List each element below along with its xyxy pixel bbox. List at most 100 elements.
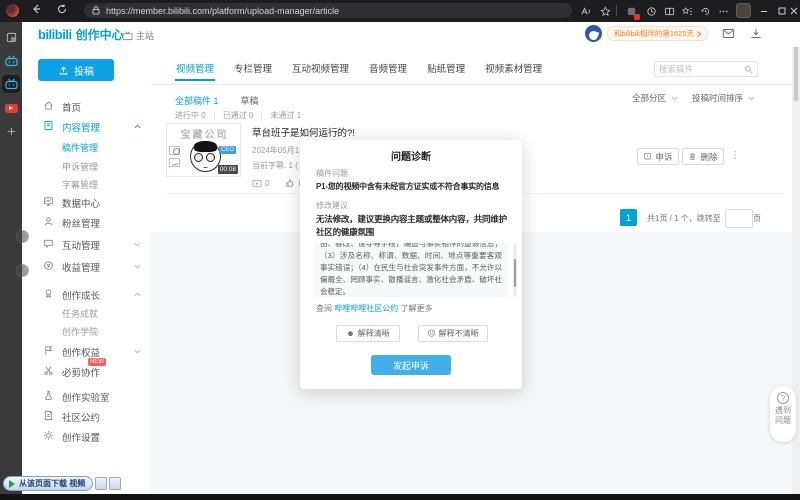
explain-clear-button[interactable]: ☻ 解释清晰 bbox=[336, 325, 400, 342]
video-subtitle-info: 当前字幕: 1 ( bbox=[252, 161, 298, 170]
more-menu-icon[interactable] bbox=[716, 4, 730, 18]
tab-youtube-icon[interactable] bbox=[2, 99, 20, 117]
sidebar-item-revenue-management[interactable]: 收益管理 bbox=[22, 258, 150, 274]
video-thumbnail[interactable]: 宝藏公司 CEO 00:08 bbox=[166, 123, 241, 177]
pagination-unit: 页 bbox=[753, 214, 761, 223]
sidebar-item-creator-academy[interactable]: 创作学院 bbox=[22, 323, 150, 339]
sidebar-item-fans-management[interactable]: 粉丝管理 bbox=[22, 214, 150, 230]
url-bar[interactable]: https://member.bilibili.com/platform/upl… bbox=[84, 3, 572, 18]
main-site-link[interactable]: 主站 bbox=[122, 29, 154, 42]
tab-interactive-video-management[interactable]: 互动视频管理 bbox=[291, 56, 350, 80]
tab-bilibili-creator-icon[interactable] bbox=[2, 75, 20, 93]
policy-link-row: 查阅 哔哩哔哩社区公约 了解更多 bbox=[316, 304, 433, 313]
sidebar-item-creator-settings[interactable]: 创作设置 bbox=[22, 428, 150, 444]
more-actions-icon[interactable]: ⋮ bbox=[730, 150, 740, 161]
tab-video-material-management[interactable]: 视频素材管理 bbox=[484, 56, 543, 80]
days-badge[interactable]: 和bilibili相伴的第1625天 bbox=[607, 26, 709, 41]
download-from-page-button[interactable]: 从该页面下载 视频 bbox=[3, 476, 94, 491]
filter-draft[interactable]: 草稿 bbox=[241, 94, 259, 107]
browser-profile-avatar[interactable] bbox=[736, 3, 751, 18]
filter-all-manuscripts[interactable]: 全部稿件 1 bbox=[175, 94, 219, 107]
logo-suffix: 创作中心 bbox=[75, 28, 124, 42]
bilibili-logo[interactable]: bilibili 创作中心 bbox=[38, 26, 124, 43]
sidebar-item-creator-rights[interactable]: 创作权益 bbox=[22, 343, 150, 359]
reload-icon[interactable] bbox=[56, 3, 68, 15]
sidebar-item-task-achievement[interactable]: 任务成就 bbox=[22, 305, 150, 321]
browser-logo-icon[interactable] bbox=[6, 4, 19, 17]
modal-scrollbar-thumb[interactable] bbox=[513, 258, 517, 288]
sidebar-handle-icon[interactable] bbox=[16, 230, 29, 243]
video-title[interactable]: 草台班子是如何运行的?! bbox=[252, 125, 355, 139]
status-in-progress[interactable]: 进行中 0 bbox=[175, 110, 206, 121]
site-header: bilibili 创作中心 主站 和bilibili相伴的第1625天 bbox=[22, 22, 800, 47]
tab-video-management[interactable]: 视频管理 bbox=[175, 56, 216, 81]
new-tab-icon[interactable] bbox=[2, 122, 20, 140]
download-helper-bar: 从该页面下载 视频 bbox=[3, 476, 122, 491]
appeal-icon bbox=[644, 153, 652, 160]
advice-label: 修改建议 bbox=[316, 201, 348, 210]
page-number-button[interactable]: 1 bbox=[620, 209, 637, 226]
browser-essentials-icon[interactable] bbox=[644, 4, 658, 18]
tab-sticker-management[interactable]: 贴纸管理 bbox=[426, 56, 466, 80]
download-icon[interactable] bbox=[750, 28, 762, 39]
download-helper-close-icon[interactable] bbox=[109, 477, 122, 490]
publish-button[interactable]: 投稿 bbox=[38, 59, 114, 81]
user-icon bbox=[43, 216, 54, 227]
creator-center-page: bilibili 创作中心 主站 和bilibili相伴的第1625天 投稿 首… bbox=[22, 22, 800, 494]
appeal-button[interactable]: 申诉 bbox=[637, 148, 679, 165]
tab-article-management[interactable]: 专栏管理 bbox=[233, 56, 273, 80]
policy-text: 由、篡改、误导等手段，编造与事实相悖的虚假信息；（3）涉及名称、称谓、数据、时间… bbox=[320, 243, 502, 296]
sidebar-item-appeal-management[interactable]: 申诉管理 bbox=[22, 158, 150, 174]
category-dropdown[interactable]: 全部分区 bbox=[632, 92, 678, 104]
document-icon bbox=[43, 410, 54, 421]
sidebar-handle-icon[interactable] bbox=[16, 264, 29, 277]
help-widget[interactable]: ? 遇到 问题 bbox=[770, 386, 796, 442]
sidebar-item-community-pact[interactable]: 社区公约 bbox=[22, 408, 150, 424]
manage-tabs: 视频管理 专栏管理 互动视频管理 音频管理 贴纸管理 视频素材管理 bbox=[175, 55, 543, 81]
user-avatar[interactable] bbox=[585, 25, 602, 42]
split-screen-icon[interactable] bbox=[662, 4, 676, 18]
delete-button[interactable]: 删除 bbox=[682, 148, 724, 165]
start-appeal-button[interactable]: 发起申诉 bbox=[371, 355, 451, 375]
sort-dropdown[interactable]: 投稿时间排序 bbox=[692, 92, 755, 104]
community-pact-link[interactable]: 哔哩哔哩社区公约 bbox=[334, 304, 398, 313]
clock-icon bbox=[169, 146, 180, 155]
jump-page-input[interactable] bbox=[725, 209, 753, 228]
read-aloud-icon[interactable] bbox=[578, 4, 592, 18]
sidebar-item-creator-growth[interactable]: 创作成长 bbox=[22, 286, 150, 302]
back-icon[interactable] bbox=[30, 3, 42, 15]
status-rejected[interactable]: 未通过 1 bbox=[270, 110, 301, 121]
video-date: 2024年05月1 bbox=[252, 146, 300, 155]
sidebar-item-interaction-management[interactable]: 互动管理 bbox=[22, 236, 150, 252]
sidebar-item-home[interactable]: 首页 bbox=[22, 98, 150, 114]
bookmark-star-icon[interactable] bbox=[598, 4, 612, 18]
extension-icon[interactable] bbox=[624, 4, 640, 20]
tab-list-icon[interactable] bbox=[2, 28, 20, 46]
status-passed[interactable]: 已通过 0 bbox=[223, 110, 254, 121]
policy-scroll-box[interactable]: 由、篡改、误导等手段，编造与事实相悖的虚假信息；（3）涉及名称、称谓、数据、时间… bbox=[314, 243, 508, 297]
chevron-right-icon bbox=[697, 30, 702, 37]
sidebar-item-data-center[interactable]: 数据中心 bbox=[22, 194, 150, 210]
sidebar-item-subtitle-management[interactable]: 字幕管理 bbox=[22, 176, 150, 192]
tab-bilibili-icon[interactable] bbox=[2, 52, 20, 70]
explain-unclear-button[interactable]: ☹ 解释不清晰 bbox=[418, 325, 488, 342]
sidebar-item-manuscript-management[interactable]: 稿件管理 bbox=[22, 139, 150, 155]
play-triangle-icon bbox=[9, 479, 15, 488]
search-icon[interactable] bbox=[744, 65, 753, 74]
favorites-icon[interactable] bbox=[680, 4, 694, 18]
history-icon[interactable] bbox=[698, 4, 712, 18]
chevron-down-icon bbox=[134, 264, 141, 269]
sidebar-item-creator-lab[interactable]: 创作实验室 bbox=[22, 388, 150, 404]
play-count: 0 bbox=[252, 179, 269, 188]
download-helper-option-icon[interactable] bbox=[95, 477, 108, 490]
main-site-label: 主站 bbox=[136, 31, 155, 41]
scissors-icon bbox=[43, 365, 54, 376]
filter-statuses: 进行中 0 已通过 0 未通过 1 bbox=[175, 110, 301, 121]
tab-audio-management[interactable]: 音频管理 bbox=[368, 56, 408, 80]
sidebar-item-bijian-collab[interactable]: 必剪协作 NEW bbox=[22, 358, 150, 379]
sidebar-item-content-management[interactable]: 内容管理 bbox=[22, 118, 150, 134]
url-text[interactable]: https://member.bilibili.com/platform/upl… bbox=[106, 6, 339, 16]
message-icon[interactable] bbox=[722, 28, 735, 39]
close-button[interactable] bbox=[788, 0, 800, 22]
search-input[interactable] bbox=[655, 64, 744, 74]
